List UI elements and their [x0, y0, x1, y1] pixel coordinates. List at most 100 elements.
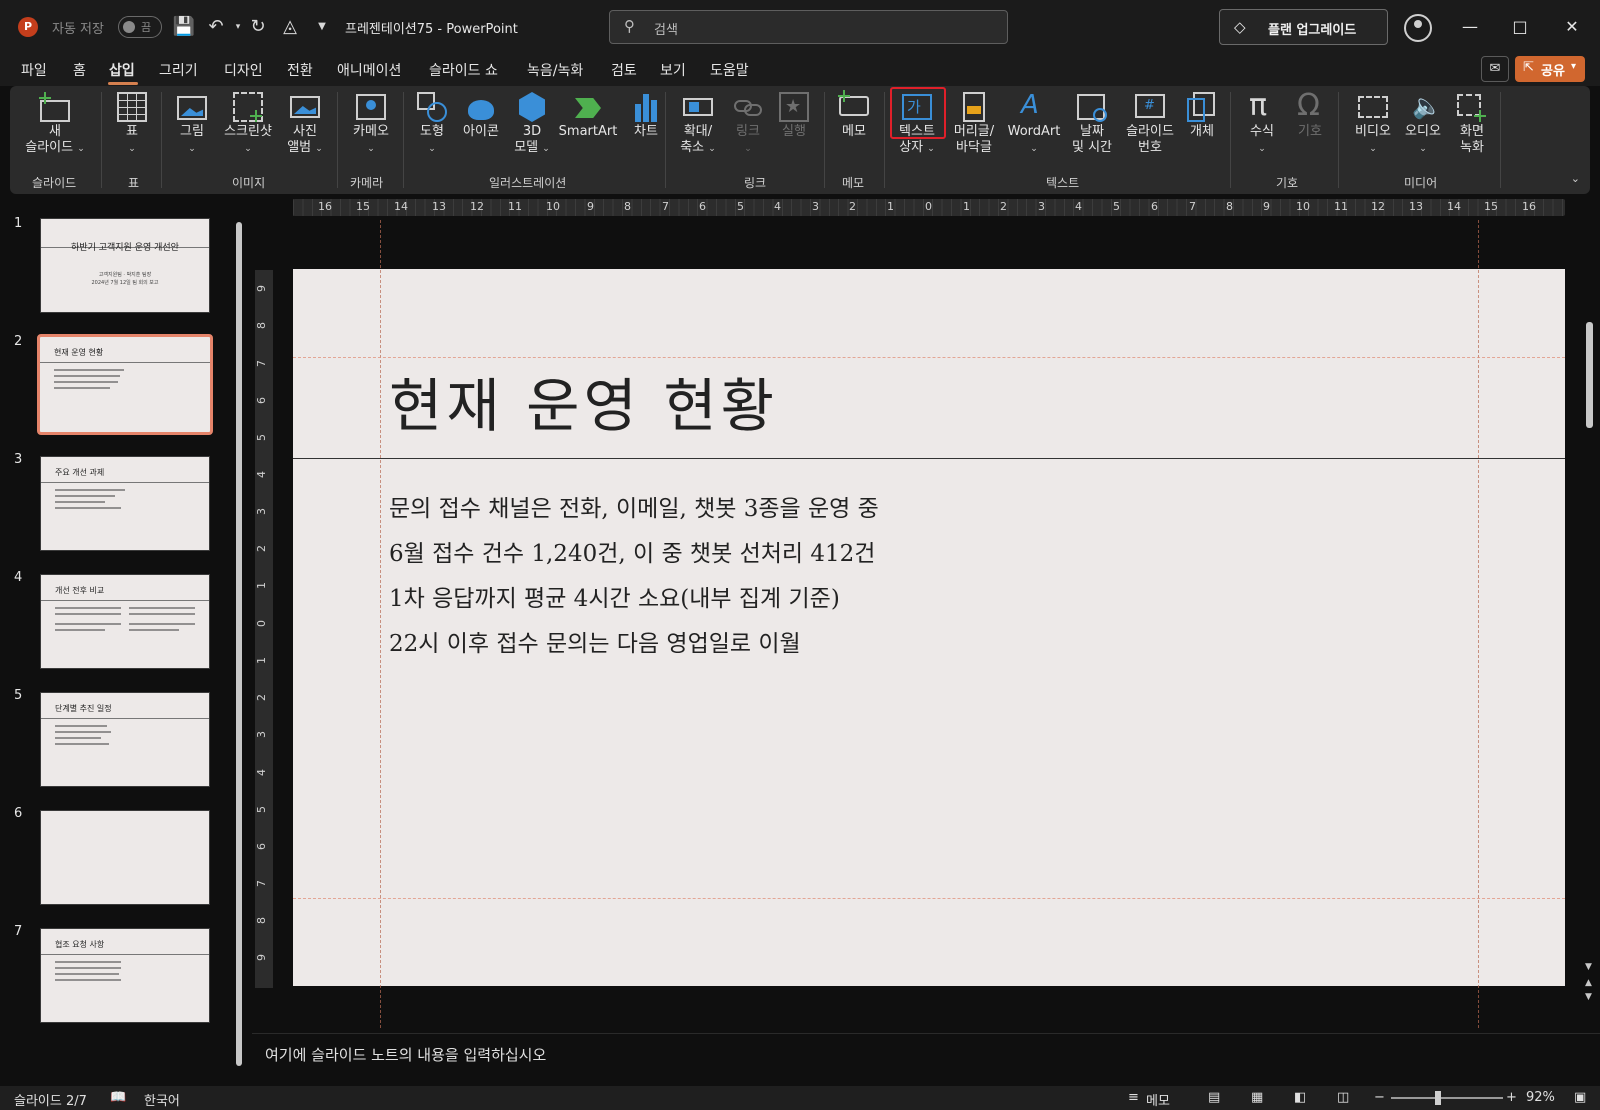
tab-record[interactable]: 녹음/녹화	[527, 60, 583, 80]
table-button[interactable]: 표 ⌄	[110, 90, 154, 157]
redo-icon[interactable]: ↻	[246, 15, 270, 39]
slide-thumbnail-2[interactable]: 현재 운영 현황	[37, 334, 213, 435]
ruler-number: 1	[963, 200, 970, 213]
maximize-icon[interactable]: □	[1505, 14, 1535, 40]
tab-design[interactable]: 디자인	[224, 60, 263, 80]
symbol-button[interactable]: Ω 기호	[1288, 88, 1332, 140]
tab-animations[interactable]: 애니메이션	[337, 60, 401, 80]
comments-icon[interactable]: ✉	[1481, 56, 1509, 82]
tab-file[interactable]: 파일	[21, 60, 47, 80]
slide-body[interactable]: 문의 접수 채널은 전화, 이메일, 챗봇 3종을 운영 중 6월 접수 건수 …	[389, 487, 879, 667]
slide-thumbnail-4[interactable]: 개선 전후 비교	[40, 574, 210, 669]
photo-album-button[interactable]: 사진 앨범 ⌄	[280, 90, 330, 157]
calendar-icon	[1075, 90, 1109, 124]
scrollbar-thumb[interactable]	[236, 222, 242, 1066]
3d-models-button[interactable]: 3D 모델 ⌄	[506, 90, 558, 157]
header-footer-button[interactable]: 머리글/ 바닥글	[946, 90, 1002, 156]
screenshot-button[interactable]: 스크린샷 ⌄	[221, 90, 275, 157]
tab-view[interactable]: 보기	[660, 60, 686, 80]
search-box[interactable]: ⚲ 검색	[609, 10, 1008, 44]
present-from-start-icon[interactable]: ◬	[278, 15, 302, 39]
icons-button[interactable]: 아이콘	[458, 90, 504, 140]
slideshow-view-icon[interactable]: ◫	[1337, 1090, 1349, 1105]
fit-to-window-icon[interactable]: ▣	[1574, 1090, 1586, 1105]
undo-icon[interactable]: ↶	[204, 15, 228, 39]
shapes-button[interactable]: 도형 ⌄	[410, 90, 454, 157]
slide-thumbnail-3[interactable]: 주요 개선 과제	[40, 456, 210, 551]
video-button[interactable]: 비디오 ⌄	[1348, 90, 1398, 157]
slide-number-button[interactable]: # 슬라이드 번호	[1120, 90, 1180, 156]
zoom-level[interactable]: 92%	[1526, 1090, 1555, 1105]
smartart-button[interactable]: SmartArt	[556, 90, 620, 140]
collapse-ribbon-icon[interactable]: ⌄	[1571, 172, 1580, 185]
horizontal-guide[interactable]	[293, 898, 1565, 899]
chart-button[interactable]: 차트	[624, 90, 668, 140]
date-time-button[interactable]: 날짜 및 시간	[1064, 90, 1120, 156]
object-button[interactable]: 개체	[1180, 90, 1224, 140]
vertical-guide[interactable]	[1478, 220, 1479, 1028]
zoom-in-icon[interactable]: +	[1506, 1090, 1517, 1105]
language-indicator[interactable]: 한국어	[144, 1090, 180, 1109]
zoom-out-icon[interactable]: −	[1374, 1090, 1385, 1105]
previous-slide-icon[interactable]: ▲	[1585, 978, 1592, 988]
normal-view-icon[interactable]: ▤	[1208, 1090, 1220, 1105]
ruler-number: 10	[546, 200, 560, 213]
notes-toggle-label[interactable]: 메모	[1146, 1090, 1170, 1109]
chevron-down-icon: ⌄	[744, 144, 752, 154]
slide-thumbnail-6[interactable]	[40, 810, 210, 905]
upgrade-plan-button[interactable]: ◇ 플랜 업그레이드	[1219, 9, 1388, 45]
ruler-number: 2	[255, 694, 268, 701]
slide-sorter-icon[interactable]: ▦	[1251, 1090, 1263, 1105]
omega-icon: Ω	[1297, 88, 1320, 123]
zoom-slider-thumb[interactable]	[1435, 1091, 1441, 1105]
tab-review[interactable]: 검토	[611, 60, 637, 80]
pictures-button[interactable]: 그림 ⌄	[170, 90, 214, 157]
ruler-number: 6	[699, 200, 706, 213]
slide-thumbnail-5[interactable]: 단계별 추진 일정	[40, 692, 210, 787]
slide-title[interactable]: 현재 운영 현황	[389, 359, 778, 443]
slide-thumbnail-7[interactable]: 협조 요청 사항	[40, 928, 210, 1023]
tab-home[interactable]: 홈	[73, 60, 86, 80]
share-button[interactable]: ⇱ 공유 ▾	[1515, 56, 1585, 82]
zoom-button[interactable]: 확대/ 축소 ⌄	[672, 90, 724, 157]
autosave-toggle[interactable]: 끔	[118, 16, 162, 38]
account-avatar[interactable]	[1404, 14, 1432, 42]
editor-scrollbar[interactable]: ▼ ▲ ▼	[1584, 200, 1596, 1020]
tab-insert[interactable]: 삽입	[109, 60, 135, 80]
notes-toggle-icon[interactable]: ≡	[1128, 1090, 1139, 1105]
chevron-down-icon: ⌄	[1419, 144, 1427, 154]
close-icon[interactable]: ✕	[1557, 14, 1587, 40]
tab-transitions[interactable]: 전환	[287, 60, 313, 80]
tab-draw[interactable]: 그리기	[159, 60, 198, 80]
equation-button[interactable]: π 수식 ⌄	[1240, 88, 1284, 157]
notes-pane[interactable]: 여기에 슬라이드 노트의 내용을 입력하십시오	[252, 1033, 1600, 1073]
wordart-button[interactable]: A WordArt ⌄	[1004, 90, 1064, 157]
horizontal-guide[interactable]	[293, 357, 1565, 358]
minimize-icon[interactable]: —	[1455, 14, 1485, 40]
action-button[interactable]: ★ 실행	[772, 90, 816, 140]
vertical-guide[interactable]	[380, 220, 381, 1028]
accessibility-icon[interactable]: 📖	[110, 1090, 126, 1105]
tab-slideshow[interactable]: 슬라이드 쇼	[429, 60, 498, 80]
cameo-button[interactable]: 카메오 ⌄	[346, 90, 396, 157]
screen-recording-button[interactable]: 화면 녹화	[1448, 90, 1496, 156]
customize-toolbar-icon[interactable]: ▼	[310, 15, 334, 39]
tab-help[interactable]: 도움말	[710, 60, 749, 80]
wordart-icon: A	[1021, 90, 1039, 120]
next-slide-icon[interactable]: ▼	[1585, 992, 1592, 1002]
reading-view-icon[interactable]: ◧	[1294, 1090, 1306, 1105]
scrollbar-thumb[interactable]	[1586, 322, 1593, 428]
zoom-slider[interactable]	[1391, 1097, 1503, 1099]
link-button[interactable]: 링크 ⌄	[726, 90, 770, 157]
current-slide[interactable]: 현재 운영 현황 문의 접수 채널은 전화, 이메일, 챗봇 3종을 운영 중 …	[293, 269, 1565, 986]
save-icon[interactable]: 💾	[172, 15, 196, 39]
new-slide-button[interactable]: 새 슬라이드 ⌄	[24, 90, 86, 157]
text-box-button[interactable]: 가 텍스트 상자 ⌄	[888, 87, 946, 157]
new-comment-button[interactable]: 메모	[832, 90, 876, 140]
scroll-down-icon[interactable]: ▼	[1585, 962, 1592, 972]
audio-button[interactable]: 🔈 오디오 ⌄	[1398, 90, 1448, 157]
chart-icon	[629, 90, 663, 124]
slide-thumbnail-1[interactable]: 하반기 고객지원 운영 개선안 고객지원팀 · 박지훈 팀장 2024년 7월 …	[40, 218, 210, 313]
thumbnail-scrollbar[interactable]	[235, 210, 243, 1080]
share-label: 공유	[1541, 64, 1565, 79]
